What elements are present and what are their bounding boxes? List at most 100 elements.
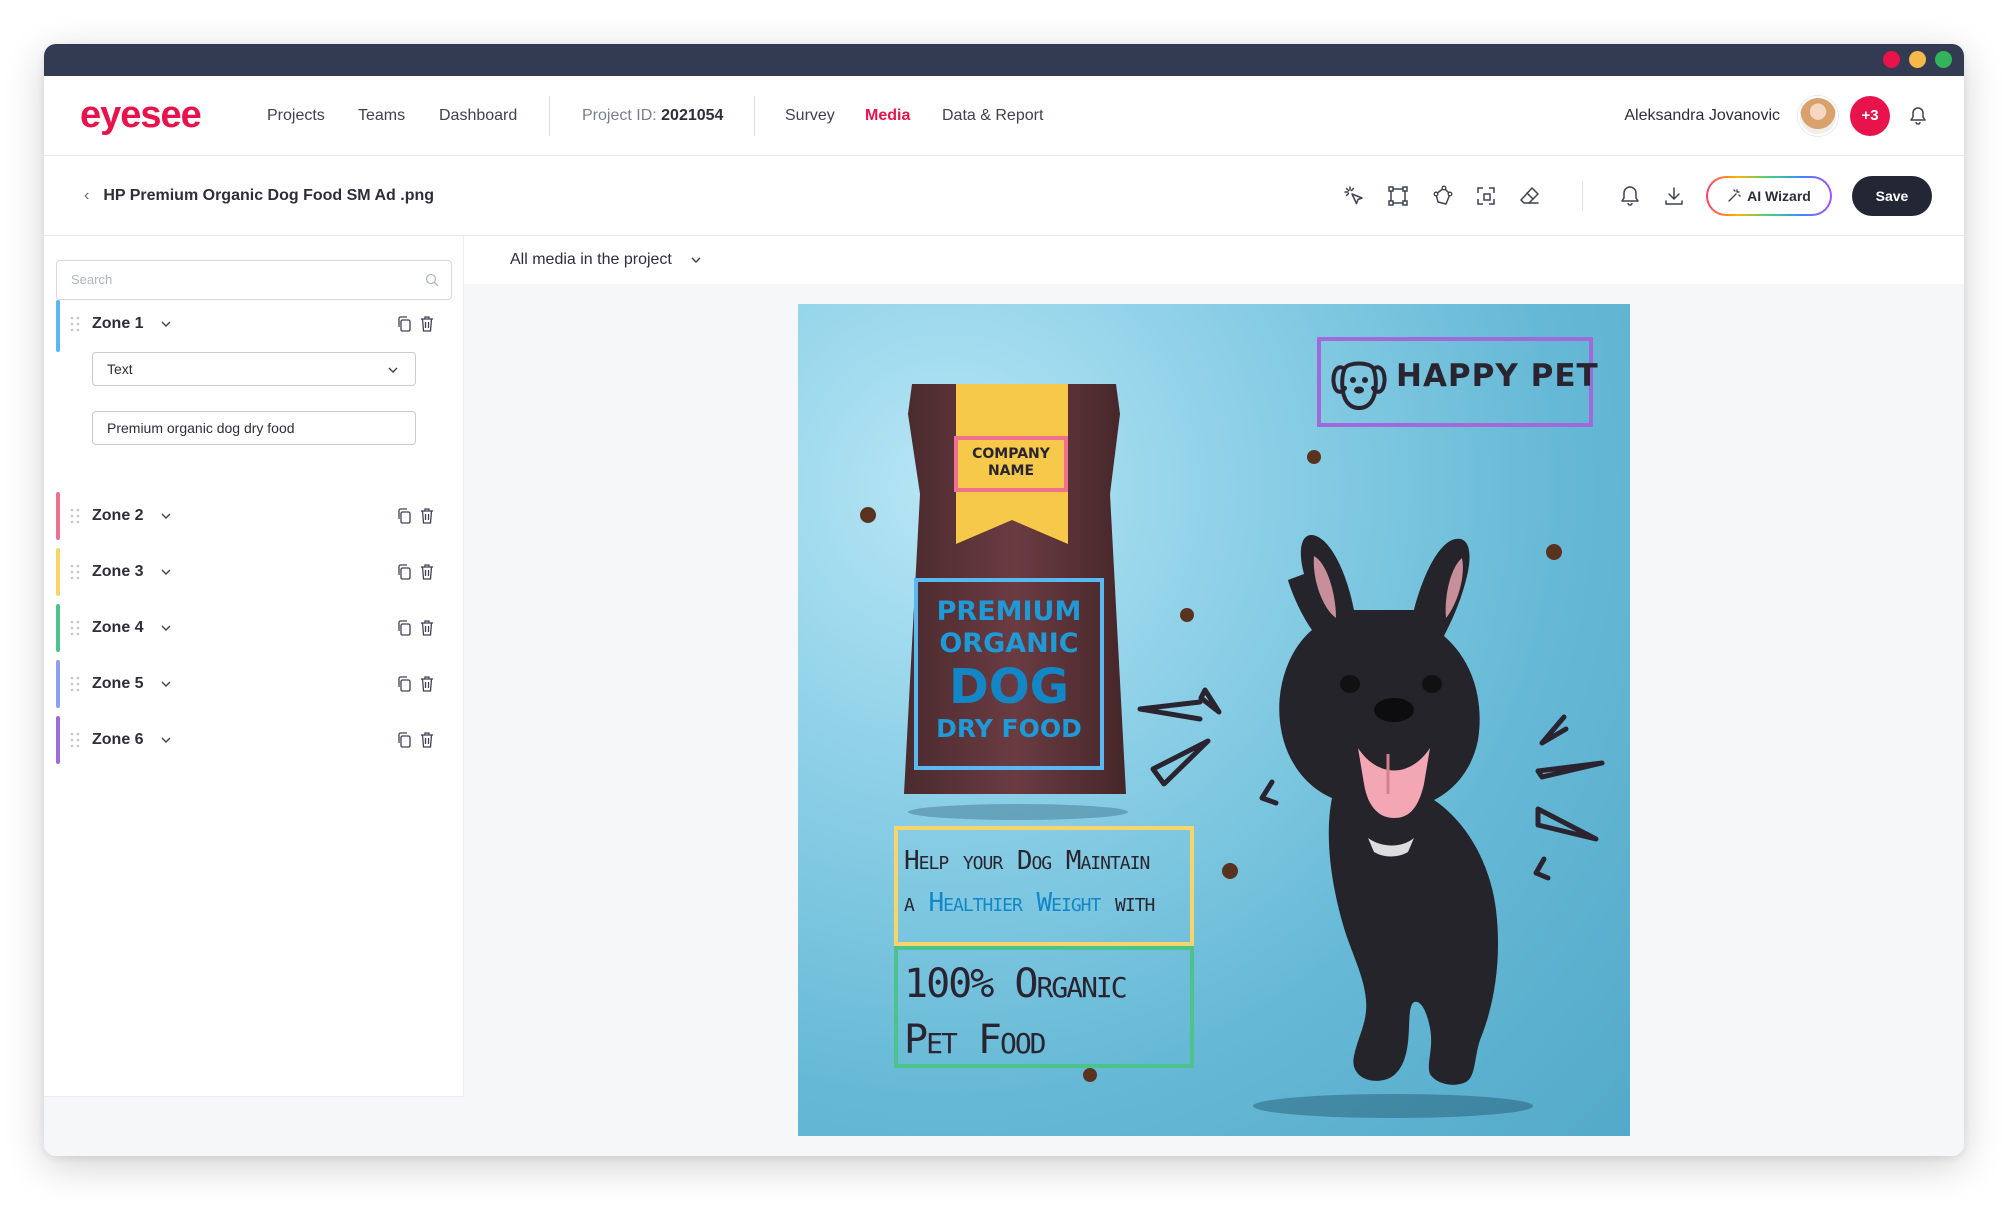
ai-wizard-button[interactable]: AI Wizard	[1706, 176, 1832, 216]
french-bulldog-image	[1253, 535, 1533, 1118]
title-bar	[44, 44, 1964, 76]
close-window-button[interactable]	[1883, 51, 1900, 68]
nav-dashboard[interactable]: Dashboard	[439, 76, 517, 156]
nav-divider	[549, 96, 550, 136]
magic-select-icon[interactable]	[1342, 184, 1366, 208]
sidebar-footer	[44, 1096, 464, 1156]
bag-line-dog: DOG	[948, 659, 1070, 715]
duplicate-icon[interactable]	[396, 619, 412, 637]
eyesee-logo[interactable]: eyesee	[80, 94, 202, 137]
zone-item-2[interactable]: Zone 2	[56, 492, 452, 540]
maximize-window-button[interactable]	[1935, 51, 1952, 68]
tab-survey[interactable]: Survey	[785, 76, 835, 156]
polygon-tool-icon[interactable]	[1430, 184, 1454, 208]
zone-name: Zone 4	[92, 619, 144, 636]
delete-icon[interactable]	[420, 731, 434, 749]
drag-handle-icon[interactable]	[70, 316, 80, 332]
organic-line-2: Pet Food	[904, 1017, 1047, 1063]
nav-projects[interactable]: Projects	[267, 76, 325, 156]
bell-icon[interactable]	[1618, 184, 1642, 208]
window-controls	[1883, 51, 1952, 68]
zone-item-4[interactable]: Zone 4	[56, 604, 452, 652]
tagline-prefix: a	[904, 888, 929, 918]
top-navigation: eyesee Projects Teams Dashboard Project …	[44, 76, 1964, 156]
zone-color-bar	[56, 300, 60, 352]
editor-toolbar: ‹ HP Premium Organic Dog Food SM Ad .png	[44, 156, 1964, 236]
zone-item-3[interactable]: Zone 3	[56, 548, 452, 596]
tagline-line-2: a Healthier Weight with	[904, 882, 1186, 924]
search-placeholder: Search	[71, 272, 113, 287]
notifications-bell-icon[interactable]	[1908, 106, 1928, 126]
zones-sidebar: Search Zone 1 Text Premium organic dog d…	[44, 236, 464, 1156]
zone-text-input[interactable]: Premium organic dog dry food	[92, 411, 416, 445]
zone-text-value: Premium organic dog dry food	[107, 420, 295, 436]
nav-teams[interactable]: Teams	[358, 76, 405, 156]
zone-item-1[interactable]: Zone 1	[56, 300, 452, 352]
duplicate-icon[interactable]	[396, 731, 412, 749]
media-canvas[interactable]: HAPPY PET COMPANY NAME PREMIUM ORGANIC D…	[798, 304, 1630, 1136]
delete-icon[interactable]	[420, 619, 434, 637]
company-name-text: COMPANY NAME	[972, 446, 1050, 479]
search-input[interactable]: Search	[56, 260, 452, 300]
project-id-value: 2021054	[661, 107, 724, 124]
media-scope-label: All media in the project	[510, 251, 672, 268]
chevron-down-icon	[691, 257, 701, 263]
crop-select-icon[interactable]	[1474, 184, 1498, 208]
chevron-down-icon[interactable]	[160, 734, 172, 746]
chevron-down-icon[interactable]	[160, 678, 172, 690]
tab-media[interactable]: Media	[865, 76, 910, 156]
minimize-window-button[interactable]	[1909, 51, 1926, 68]
organic-text: 100% Organic Pet Food	[904, 956, 1186, 1068]
drag-handle-icon[interactable]	[70, 564, 80, 580]
media-scope-select[interactable]: All media in the project	[510, 236, 702, 284]
delete-icon[interactable]	[420, 675, 434, 693]
zone-color-bar	[56, 716, 60, 764]
tagline-suffix: with	[1100, 888, 1155, 918]
rectangle-tool-icon[interactable]	[1386, 184, 1410, 208]
tagline-highlight: Healthier Weight	[928, 888, 1102, 918]
zone-item-5[interactable]: Zone 5	[56, 660, 452, 708]
drag-handle-icon[interactable]	[70, 620, 80, 636]
drag-handle-icon[interactable]	[70, 508, 80, 524]
extra-users-badge[interactable]: +3	[1850, 96, 1890, 136]
project-id-label: Project ID:	[582, 107, 657, 124]
zone-color-bar	[56, 604, 60, 652]
chevron-down-icon[interactable]	[160, 566, 172, 578]
user-name[interactable]: Aleksandra Jovanovic	[1624, 76, 1780, 156]
duplicate-icon[interactable]	[396, 563, 412, 581]
eraser-icon[interactable]	[1518, 184, 1542, 208]
duplicate-icon[interactable]	[396, 315, 412, 333]
duplicate-icon[interactable]	[396, 507, 412, 525]
tab-data-report[interactable]: Data & Report	[942, 76, 1043, 156]
delete-icon[interactable]	[420, 507, 434, 525]
file-name: HP Premium Organic Dog Food SM Ad .png	[103, 187, 435, 204]
drag-handle-icon[interactable]	[70, 732, 80, 748]
zone-color-bar	[56, 660, 60, 708]
duplicate-icon[interactable]	[396, 675, 412, 693]
search-icon	[425, 273, 439, 287]
save-button[interactable]: Save	[1852, 176, 1932, 216]
dog-face-logo-icon	[1331, 361, 1387, 410]
project-id: Project ID: 2021054	[582, 76, 723, 156]
user-avatar[interactable]	[1798, 96, 1838, 136]
toolbar-divider	[1582, 182, 1583, 210]
brand-name-text: HAPPY PET	[1396, 358, 1599, 394]
back-chevron-icon[interactable]: ‹	[84, 156, 89, 236]
zone-item-6[interactable]: Zone 6	[56, 716, 452, 764]
bag-line-premium: PREMIUM	[936, 596, 1082, 627]
chevron-down-icon[interactable]	[160, 622, 172, 634]
app-window: eyesee Projects Teams Dashboard Project …	[44, 44, 1964, 1156]
ai-wizard-label: AI Wizard	[1747, 188, 1811, 204]
drag-handle-icon[interactable]	[70, 676, 80, 692]
delete-icon[interactable]	[420, 563, 434, 581]
chevron-down-icon[interactable]	[160, 318, 172, 330]
zone-type-select[interactable]: Text	[92, 352, 416, 386]
zone-name: Zone 5	[92, 675, 144, 692]
bag-text: PREMIUM ORGANIC DOG DRY FOOD	[918, 596, 1100, 744]
download-icon[interactable]	[1662, 184, 1686, 208]
bag-line-dry-food: DRY FOOD	[936, 714, 1082, 743]
delete-icon[interactable]	[420, 315, 434, 333]
chevron-down-icon[interactable]	[160, 510, 172, 522]
nav-divider	[754, 96, 755, 136]
zone-name: Zone 1	[92, 315, 144, 332]
